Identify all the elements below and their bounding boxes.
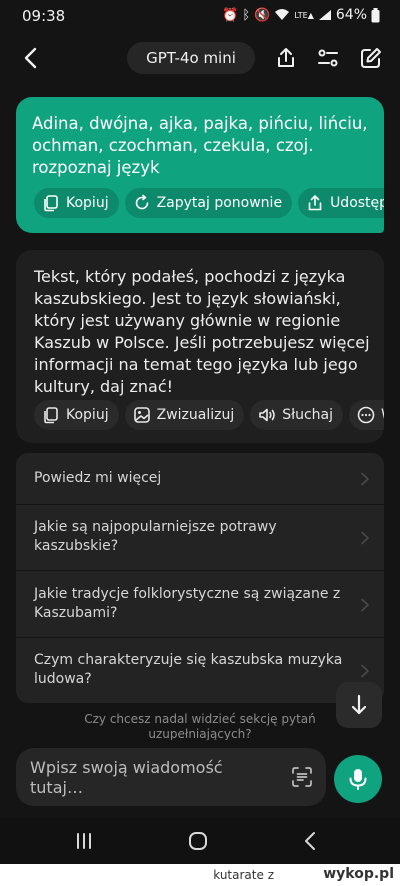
composer — [16, 748, 326, 806]
watermark-strip: kutarate z wykop.pl — [0, 864, 400, 886]
sliders-icon — [318, 49, 338, 67]
user-message-actions: Kopiuj Zapytaj ponownie Udostępnij — [34, 188, 384, 218]
visualize-button-label: Zwizualizuj — [156, 407, 235, 423]
suggestion-text: Czym charakteryzuje się kaszubska muzyka… — [34, 652, 343, 687]
copy-icon — [44, 195, 58, 212]
home-icon — [189, 832, 207, 850]
recents-icon — [77, 833, 91, 849]
scroll-down-button[interactable] — [336, 682, 382, 728]
model-selector[interactable]: GPT-4o mini — [127, 42, 255, 74]
suggestion-item[interactable]: Jakie są najpopularniejsze potrawy kaszu… — [16, 505, 384, 571]
assistant-message: Tekst, który podałeś, pochodzi z języka … — [16, 250, 384, 443]
microphone-icon — [349, 769, 367, 790]
assistant-message-text: Tekst, który podałeś, pochodzi z języka … — [34, 267, 370, 396]
copy-icon — [44, 407, 58, 424]
watermark-user: kutarate z — [213, 868, 274, 882]
copy-button-label: Kopiuj — [66, 407, 109, 423]
speaker-icon — [259, 408, 276, 422]
model-label: GPT-4o mini — [146, 49, 236, 67]
battery-percent: 64% — [335, 7, 367, 23]
system-nav-bar — [0, 818, 400, 864]
copy-button-label: Kopiuj — [66, 195, 109, 211]
back-icon — [305, 832, 315, 850]
more-button[interactable]: W — [349, 400, 384, 430]
top-app-bar: GPT-4o mini — [0, 32, 400, 84]
suggestion-text: Jakie są najpopularniejsze potrawy kaszu… — [34, 519, 277, 554]
signal-bars-icon — [318, 10, 331, 20]
chevron-right-icon — [361, 664, 369, 678]
listen-button[interactable]: Słuchaj — [250, 400, 343, 430]
listen-button-label: Słuchaj — [282, 407, 333, 423]
suggested-questions: Powiedz mi więcej Jakie są najpopularnie… — [16, 453, 384, 703]
visualize-button[interactable]: Zwizualizuj — [124, 400, 245, 430]
suggestion-text: Powiedz mi więcej — [34, 470, 162, 486]
suggestion-text: Jakie tradycje folklorystyczne są związa… — [34, 586, 341, 621]
follow-up-section-toggle[interactable]: Czy chcesz nadal widzieć sekcję pytań uz… — [70, 712, 330, 742]
new-chat-button[interactable] — [354, 41, 388, 75]
ask-again-button-label: Zapytaj ponownie — [156, 195, 283, 211]
more-button-label: W — [381, 407, 384, 423]
user-message: Adina, dwójna, ajka, pajka, pińciu, lińc… — [16, 97, 384, 233]
status-bar: 09:38 ⏰ ᛒ 🔇 LTE▲ 64% — [0, 0, 400, 32]
edit-icon — [361, 48, 381, 68]
settings-button[interactable] — [311, 41, 345, 75]
share-message-button-label: Udostępnij — [330, 195, 384, 211]
share-button[interactable] — [269, 41, 303, 75]
status-icons: ⏰ ᛒ 🔇 LTE▲ 64% — [222, 7, 380, 23]
back-arrow-icon — [24, 47, 37, 69]
share-icon — [308, 195, 322, 211]
user-message-text: Adina, dwójna, ajka, pajka, pińciu, lińc… — [32, 114, 368, 177]
suggestion-item[interactable]: Jakie tradycje folklorystyczne są związa… — [16, 571, 384, 638]
home-button[interactable] — [178, 824, 218, 858]
wifi-icon — [275, 9, 290, 20]
chevron-right-icon — [361, 598, 369, 612]
voice-input-button[interactable] — [334, 755, 382, 803]
image-icon — [133, 407, 150, 423]
chevron-right-icon — [361, 472, 369, 486]
assistant-message-actions: Kopiuj Zwizualizuj Słuchaj W — [34, 400, 384, 430]
recents-button[interactable] — [64, 824, 104, 858]
battery-icon — [371, 7, 380, 22]
scan-text-button[interactable] — [286, 761, 318, 793]
suggestion-item[interactable]: Powiedz mi więcej — [16, 453, 384, 505]
message-input[interactable] — [30, 758, 280, 798]
status-time: 09:38 — [22, 7, 66, 25]
copy-button[interactable]: Kopiuj — [34, 400, 119, 430]
alarm-icon: ⏰ — [222, 7, 239, 23]
back-button[interactable] — [14, 41, 48, 75]
lte-signal-icon: LTE▲ — [294, 10, 314, 20]
more-icon — [357, 406, 375, 424]
watermark-logo: wykop.pl — [323, 866, 394, 882]
suggestion-item[interactable]: Czym charakteryzuje się kaszubska muzyka… — [16, 638, 384, 703]
bluetooth-icon: ᛒ — [242, 7, 251, 23]
share-icon — [278, 48, 294, 67]
ask-again-button[interactable]: Zapytaj ponownie — [124, 188, 293, 218]
share-message-button[interactable]: Udostępnij — [298, 188, 384, 218]
arrow-down-icon — [351, 694, 367, 715]
copy-button[interactable]: Kopiuj — [34, 188, 119, 218]
refresh-icon — [135, 194, 148, 210]
system-back-button[interactable] — [290, 824, 330, 858]
mute-icon: 🔇 — [254, 7, 271, 23]
chevron-right-icon — [361, 531, 369, 545]
scan-text-icon — [292, 767, 312, 787]
